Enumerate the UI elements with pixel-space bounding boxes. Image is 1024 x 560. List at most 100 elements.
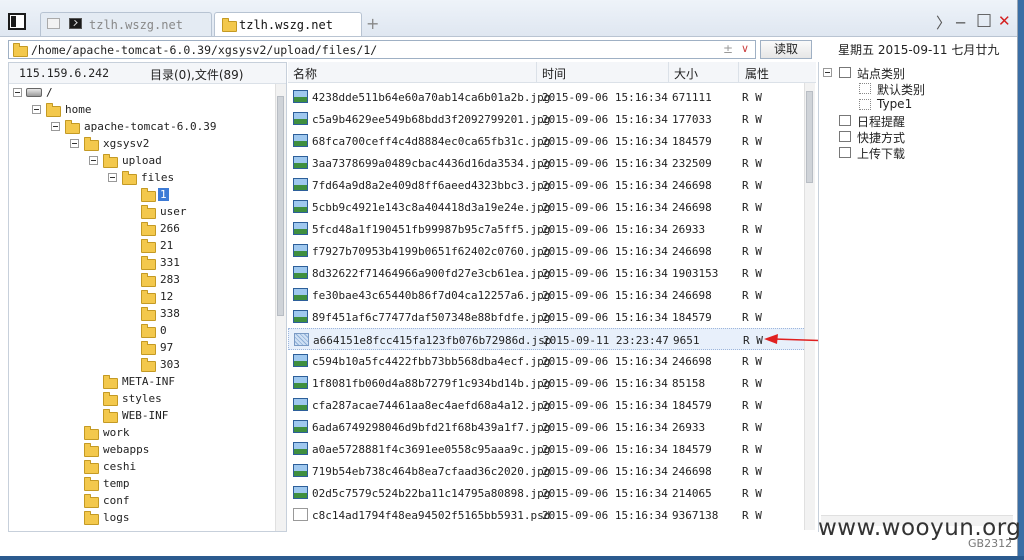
tree-node-label[interactable]: logs [103,511,130,524]
file-row[interactable]: 1f8081fb060d4a88b7279f1c934bd14b.jpg 2015… [288,372,806,394]
read-button[interactable]: 读取 [760,40,812,59]
tree-node-label[interactable]: 283 [160,273,180,286]
file-row[interactable]: 4238dde511b64e60a70ab14ca6b01a2b.jpg 2015… [288,86,806,108]
collapse-toggle-icon[interactable] [823,68,832,77]
tree-node-label[interactable]: 1 [158,188,169,201]
folder-icon [103,154,118,168]
folder-icon [141,222,156,236]
collapse-toggle-icon[interactable] [70,139,79,148]
column-name[interactable]: 名称 [293,65,317,82]
tree-node-label[interactable]: user [160,205,187,218]
tree-node-label[interactable]: WEB-INF [122,409,168,422]
file-list-scrollbar[interactable] [804,83,815,530]
file-name: 1f8081fb060d4a88b7279f1c934bd14b.jpg [312,377,551,390]
add-remove-icon[interactable]: ± [723,42,733,56]
sidebar-item-label: 默认类别 [877,83,926,97]
file-row[interactable]: a664151e8fcc415fa123fb076b72986d.jsp 2015… [288,328,806,350]
file-row[interactable]: a0ae5728881f4c3691ee0558c95aaa9c.jpg 2015… [288,438,806,460]
file-attr: R W [742,201,762,214]
file-row[interactable]: 68fca700ceff4c4d8884ec0ca65fb31c.jpg 2015… [288,130,806,152]
forward-icon[interactable]: 〉 [936,12,951,33]
tab-file-manager[interactable]: tzlh.wszg.net [214,12,362,36]
file-row[interactable]: c5a9b4629ee549b68bdd3f2092799201.jpg 2015… [288,108,806,130]
tree-node-label[interactable]: 331 [160,256,180,269]
file-row[interactable]: 5cbb9c4921e143c8a404418d3a19e24e.jpg 2015… [288,196,806,218]
tree-node-label[interactable]: xgsysv2 [103,137,149,150]
tree-node-label[interactable]: files [141,171,174,184]
tree-node-label[interactable]: ceshi [103,460,136,473]
tree-node-label[interactable]: 97 [160,341,173,354]
file-row[interactable]: cfa287acae74461aa8ec4aefd68a4a12.jpg 2015… [288,394,806,416]
tree-node-label[interactable]: META-INF [122,375,175,388]
tree-node-label[interactable]: temp [103,477,130,490]
folder-icon [141,341,156,355]
column-attr[interactable]: 属性 [745,65,769,82]
column-divider[interactable] [738,62,739,82]
column-divider[interactable] [536,62,537,82]
collapse-toggle-icon[interactable] [51,122,60,131]
app-icon[interactable] [8,13,26,30]
tab-label: tzlh.wszg.net [239,18,333,32]
file-row[interactable]: 89f451af6c77477daf507348e88bfdfe.jpg 2015… [288,306,806,328]
address-bar[interactable]: /home/apache-tomcat-6.0.39/xgsysv2/uploa… [8,40,756,59]
file-row[interactable]: f7927b70953b4199b0651f62402c0760.jpg 2015… [288,240,806,262]
tree-scrollbar[interactable] [275,84,286,531]
tree-node-label[interactable]: webapps [103,443,149,456]
file-row[interactable]: 7fd64a9d8a2e409d8ff6aeed4323bbc3.jpg 2015… [288,174,806,196]
image-file-icon [293,464,308,477]
tree-node-label[interactable]: conf [103,494,130,507]
tree-node-label[interactable]: upload [122,154,162,167]
shortcut-icon [839,131,851,142]
collapse-toggle-icon[interactable] [89,156,98,165]
file-row[interactable]: c594b10a5fc4422fbb73bb568dba4ecf.jpg 2015… [288,350,806,372]
column-divider[interactable] [668,62,669,82]
file-size: 671111 [672,91,712,104]
dotted-box-icon [859,99,871,110]
tree-node-label[interactable]: 12 [160,290,173,303]
file-attr: R W [742,487,762,500]
folder-icon [141,205,156,219]
file-attr: R W [742,355,762,368]
close-button[interactable]: ✕ [998,12,1011,30]
file-row[interactable]: 8d32622f71464966a900fd27e3cb61ea.jpg 2015… [288,262,806,284]
column-time[interactable]: 时间 [542,65,566,82]
tree-node-label[interactable]: 21 [160,239,173,252]
tree-node-label[interactable]: apache-tomcat-6.0.39 [84,120,216,133]
dir-file-summary: 目录(0),文件(89) [150,68,244,82]
tree-node-label[interactable]: 266 [160,222,180,235]
folder-icon [222,18,237,32]
file-row[interactable]: c8c14ad1794f48ea94502f5165bb5931.psd 2015… [288,504,806,526]
transfer-icon [839,147,851,158]
scrollbar-thumb[interactable] [277,96,284,316]
sidebar-item-label: 日程提醒 [857,115,906,129]
tree-node-label[interactable]: / [46,86,53,99]
file-row[interactable]: 6ada6749298046d9bfd21f68b439a1f7.jpg 2015… [288,416,806,438]
chevron-down-icon[interactable]: ∨ [741,42,749,55]
maximize-button[interactable]: □ [976,10,992,30]
tab-terminal[interactable]: tzlh.wszg.net [40,12,212,36]
file-row[interactable]: fe30bae43c65440b86f7d04ca12257a6.jpg 2015… [288,284,806,306]
minimize-button[interactable]: ─ [956,14,965,32]
tree-node-label[interactable]: work [103,426,130,439]
blank-tab-icon [47,18,60,29]
folder-icon [103,409,118,423]
file-name: 719b54eb738c464b8ea7cfaad36c2020.jpg [312,465,551,478]
address-path[interactable]: /home/apache-tomcat-6.0.39/xgsysv2/uploa… [31,43,377,57]
file-row[interactable]: 719b54eb738c464b8ea7cfaad36c2020.jpg 2015… [288,460,806,482]
file-row[interactable]: 3aa7378699a0489cbac4436d16da3534.jpg 2015… [288,152,806,174]
new-tab-button[interactable]: + [366,14,379,33]
tree-node-label[interactable]: 303 [160,358,180,371]
collapse-toggle-icon[interactable] [13,88,22,97]
column-size[interactable]: 大小 [674,65,698,82]
tree-node-label[interactable]: home [65,103,92,116]
scrollbar-thumb[interactable] [806,91,813,183]
tree-node-label[interactable]: styles [122,392,162,405]
file-row[interactable]: 5fcd48a1f190451fb99987b95c7a5ff5.jpg 2015… [288,218,806,240]
collapse-toggle-icon[interactable] [108,173,117,182]
file-name: 5fcd48a1f190451fb99987b95c7a5ff5.jpg [312,223,551,236]
file-attr: R W [742,179,762,192]
collapse-toggle-icon[interactable] [32,105,41,114]
tree-node-label[interactable]: 338 [160,307,180,320]
tree-node-label[interactable]: 0 [160,324,167,337]
file-row[interactable]: 02d5c7579c524b22ba11c14795a80898.jpg 2015… [288,482,806,504]
